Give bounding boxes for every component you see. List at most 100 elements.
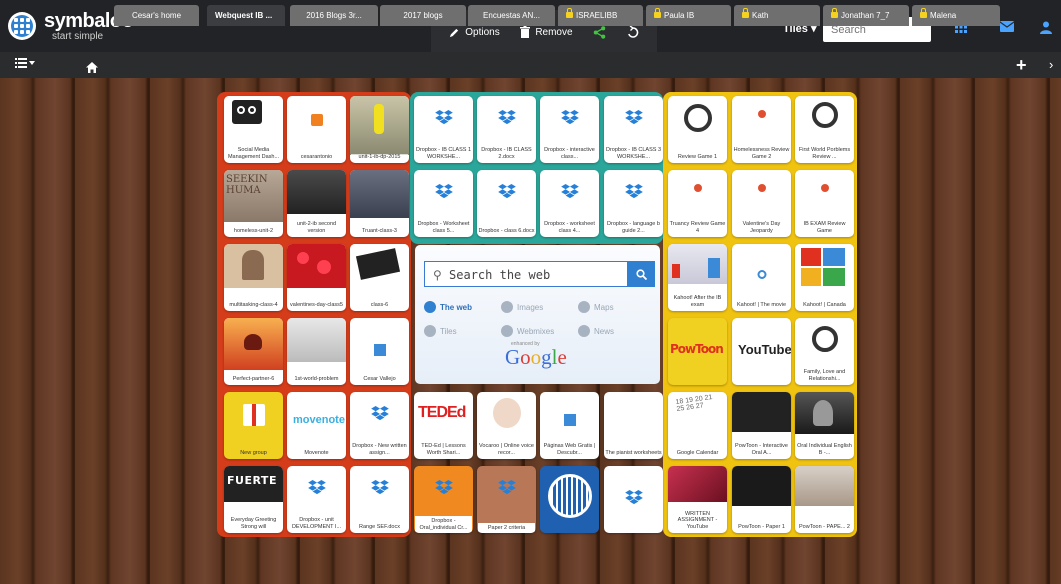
- tile-social-media[interactable]: Social Media Management Dash...: [224, 96, 283, 163]
- tile-homeless[interactable]: SEEKIN HUMA homeless-unit-2: [224, 170, 283, 237]
- search-option-tiles[interactable]: Tiles: [424, 325, 457, 337]
- option-label: Images: [517, 302, 544, 312]
- tile-oral-individual[interactable]: Oral Individual English B -...: [795, 392, 854, 459]
- tile-paginas-web[interactable]: Páginas Web Gratis | Descubr...: [540, 392, 599, 459]
- mail-icon[interactable]: [1000, 21, 1014, 32]
- tile-dropbox-interactive-class[interactable]: Dropbox - interactive class...: [540, 96, 599, 163]
- tile-cesarantonio[interactable]: cesarantonio: [287, 96, 346, 163]
- tile-caption: valentines-day-class5: [290, 301, 343, 308]
- tile-ted-ed[interactable]: TEDEd TED-Ed | Lessons Worth Shari...: [414, 392, 473, 459]
- tile-homelessness-review[interactable]: Homelessness Review Game 2: [732, 96, 791, 163]
- tab-webquest[interactable]: Webquest IB ...: [207, 5, 285, 26]
- home-tab[interactable]: [76, 57, 108, 78]
- scroll-tabs-right-icon[interactable]: ›: [1049, 57, 1053, 72]
- tile-unit-2[interactable]: unit-2-ib second version: [287, 170, 346, 237]
- tile-valentines[interactable]: valentines-day-class5: [287, 244, 346, 311]
- tab-label: Cesar's home: [131, 11, 182, 20]
- tile-dropbox-language-b[interactable]: Dropbox - language b guide 2...: [604, 170, 663, 237]
- share-button[interactable]: [593, 25, 606, 39]
- tile-kahoot-canada[interactable]: Kahoot! | Canada: [795, 244, 854, 311]
- tile-first-world-review[interactable]: First World Porblems Review ...: [795, 96, 854, 163]
- tab-2016-blogs[interactable]: 2016 Blogs 3r...: [290, 5, 378, 26]
- tile-1st-world[interactable]: 1st-world-problem: [287, 318, 346, 385]
- tile-unit-1[interactable]: unit-1-ib-dp-2015: [350, 96, 409, 163]
- tile-review-game-1[interactable]: Review Game 1: [668, 96, 727, 163]
- tile-ib-exam-review[interactable]: IB EXAM Review Game: [795, 170, 854, 237]
- tile-caption: TED-Ed | Lessons Worth Shari...: [421, 443, 466, 456]
- web-search-button[interactable]: [627, 261, 655, 287]
- tile-dropbox-ib-class-2[interactable]: Dropbox - IB CLASS 2.docx: [477, 96, 536, 163]
- tile-valentines-jeopardy[interactable]: Valentine's Day Jeopardy: [732, 170, 791, 237]
- tile-new-group[interactable]: New group: [224, 392, 283, 459]
- tile-dropbox-oral-individual[interactable]: Dropbox - Oral_individual Cr...: [414, 466, 473, 533]
- dropbox-icon: [434, 110, 453, 125]
- tile-range-sef[interactable]: Range SEF.docx: [350, 466, 409, 533]
- search-option-maps[interactable]: Maps: [578, 301, 614, 313]
- search-option-webmixes[interactable]: Webmixes: [501, 325, 554, 337]
- dropbox-icon: [434, 480, 453, 495]
- tile-google-calendar[interactable]: 18 19 20 21 25 26 27 Google Calendar: [668, 392, 727, 459]
- tile-dropbox-worksheet-5[interactable]: Dropbox - Worksheet class 5...: [414, 170, 473, 237]
- search-option-news[interactable]: News: [578, 325, 614, 337]
- camera-icon: [501, 301, 513, 313]
- tile-dropbox-class-6[interactable]: Dropbox - class 6.docx: [477, 170, 536, 237]
- tab-cesars-home[interactable]: Cesar's home: [114, 5, 199, 26]
- tile-written-assignment-youtube[interactable]: WRITTEN ASSIGNMENT - YouTube: [668, 466, 727, 533]
- tab-kath[interactable]: Kath: [734, 5, 820, 26]
- tile-powtoon-paper-2[interactable]: PowToon - PAPE... 2: [795, 466, 854, 533]
- tile-everyday-greeting[interactable]: FUERTE Everyday Greeting Strong will: [224, 466, 283, 533]
- tile-cesar-vallejo[interactable]: Cesar Vallejo: [350, 318, 409, 385]
- tab-2017-blogs[interactable]: 2017 blogs: [380, 5, 466, 26]
- tile-kahoot-movie[interactable]: Kahoot! | The movie: [732, 244, 791, 311]
- tile-caption: Dropbox - IB CLASS 2.docx: [481, 147, 532, 160]
- undo-button[interactable]: [627, 26, 639, 38]
- search-option-web[interactable]: The web: [424, 301, 472, 313]
- tab-malena[interactable]: Malena: [912, 5, 1000, 26]
- tab-encuestas[interactable]: Encuestas AN...: [468, 5, 555, 26]
- tile-dropbox-blank[interactable]: [604, 466, 663, 533]
- tile-caption: Dropbox - Worksheet class 5...: [417, 221, 470, 234]
- tab-israelibb[interactable]: ISRAELIBB: [558, 5, 643, 26]
- tab-label: Jonathan 7_7: [841, 11, 890, 20]
- tile-kahoot-after-exam[interactable]: Kahoot! After the IB exam: [668, 244, 727, 311]
- tile-powtoon-interactive-oral[interactable]: PowToon - Interactive Oral A...: [732, 392, 791, 459]
- tile-class-6[interactable]: class-6: [350, 244, 409, 311]
- tile-dropbox-worksheet-4[interactable]: Dropbox - worksheet class 4...: [540, 170, 599, 237]
- tile-dropbox-unit-development[interactable]: Dropbox - unit DEVELOPMENT I...: [287, 466, 346, 533]
- tile-youtube[interactable]: YouTube: [732, 318, 791, 385]
- tile-powtoon[interactable]: PowToon: [668, 318, 727, 385]
- add-tab-button[interactable]: +: [1016, 55, 1027, 76]
- tile-dropbox-ib-class-1[interactable]: Dropbox - IB CLASS 1 WORKSHE...: [414, 96, 473, 163]
- tile-vocaroo[interactable]: Vocaroo | Online voice recor...: [477, 392, 536, 459]
- dropbox-icon: [624, 184, 643, 199]
- options-button[interactable]: Options: [449, 26, 500, 38]
- tile-caption: Homelessness Review Game 2: [733, 147, 790, 160]
- tile-dropbox-new-written[interactable]: Dropbox - New written assign...: [350, 392, 409, 459]
- tile-paper-2-criteria[interactable]: Paper 2 criteria: [477, 466, 536, 533]
- tile-truant[interactable]: Truant-class-3: [350, 170, 409, 237]
- tile-truancy-review[interactable]: Truancy Review Game 4: [668, 170, 727, 237]
- tile-pianist[interactable]: The pianist worksheets: [604, 392, 663, 459]
- tile-dropbox-ib-class-3[interactable]: Dropbox - IB CLASS 3 WORKSHE...: [604, 96, 663, 163]
- tile-perfect-partner[interactable]: Perfect-partner-6: [224, 318, 283, 385]
- tile-powtoon-paper-1[interactable]: PowToon - Paper 1: [732, 466, 791, 533]
- tile-caption: Dropbox - IB CLASS 1 WORKSHE...: [415, 147, 472, 160]
- search-option-images[interactable]: Images: [501, 301, 543, 313]
- tile-caption: Dropbox - worksheet class 4...: [544, 221, 595, 234]
- google-logo: Google: [505, 345, 567, 369]
- tile-prezi-logo[interactable]: [540, 466, 599, 533]
- tile-multitasking[interactable]: multitasking-class-4: [224, 244, 283, 311]
- list-menu-icon[interactable]: [15, 58, 35, 69]
- symbaloo-logo-icon: [8, 12, 36, 40]
- tile-movenote[interactable]: movenote Movenote: [287, 392, 346, 459]
- tab-paula-ib[interactable]: Paula IB: [646, 5, 731, 26]
- page-icon: [563, 414, 576, 426]
- options-label: Options: [465, 26, 500, 38]
- user-icon[interactable]: [1040, 21, 1052, 34]
- web-search-input[interactable]: ⚲ Search the web: [424, 261, 627, 287]
- vocaroo-mascot-icon: [492, 398, 521, 428]
- tile-family-love[interactable]: Family, Love and Relationshi...: [795, 318, 854, 385]
- tab-jonathan[interactable]: Jonathan 7_7: [823, 5, 909, 26]
- tile-caption: The pianist worksheets: [605, 449, 662, 456]
- remove-button[interactable]: Remove: [520, 26, 573, 38]
